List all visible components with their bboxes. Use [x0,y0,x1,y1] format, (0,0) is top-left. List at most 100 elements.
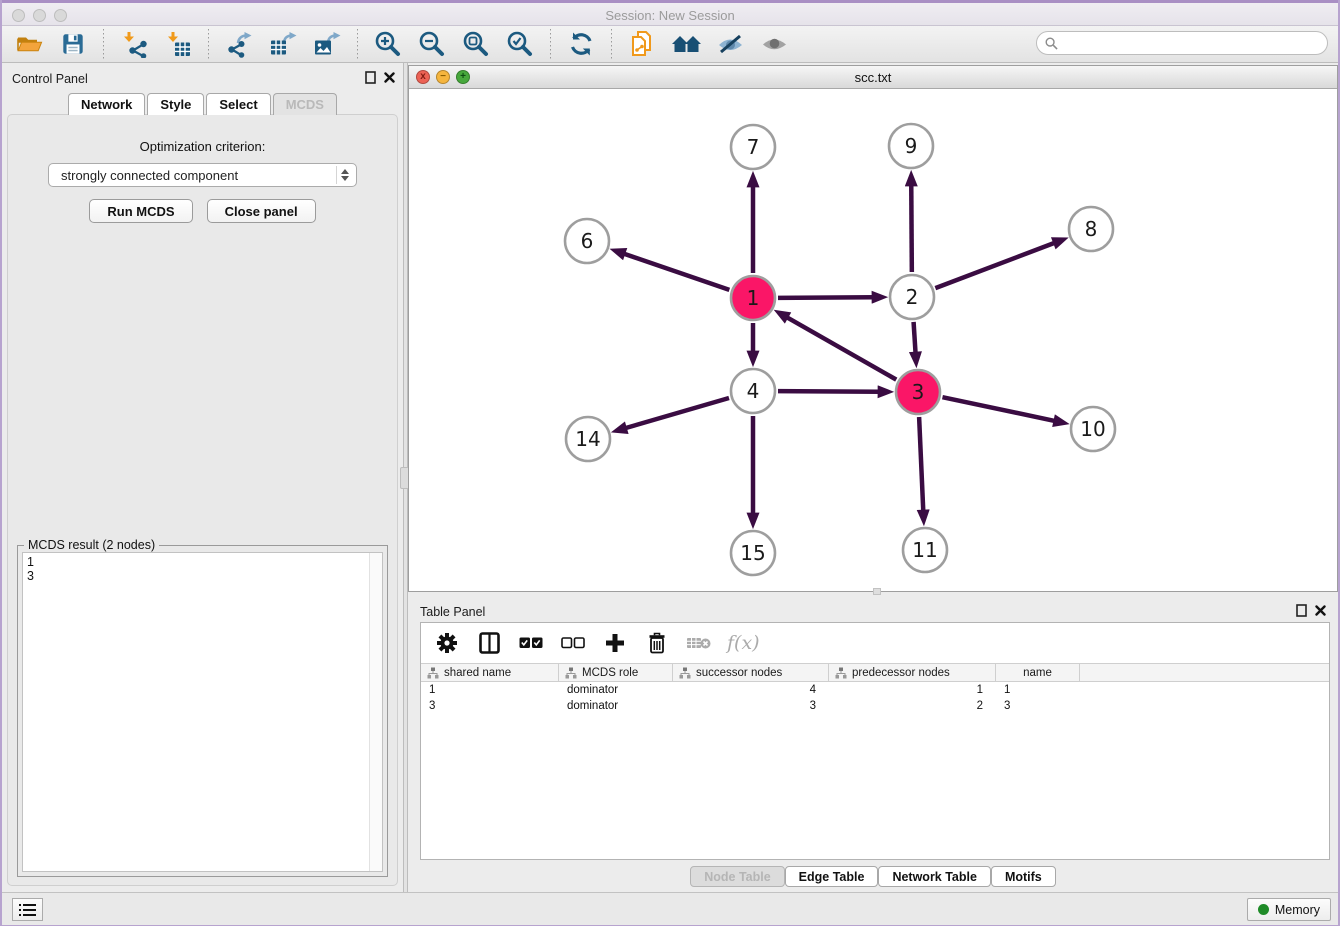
node-8[interactable]: 8 [1069,207,1113,251]
import-network-button[interactable] [115,28,153,60]
import-table-button[interactable] [159,28,197,60]
tab-edge-table[interactable]: Edge Table [785,866,879,887]
edge-4-14[interactable] [624,398,729,428]
edge-2-8[interactable] [935,242,1055,288]
edge-4-3[interactable] [778,391,880,392]
select-all-rows-button[interactable] [517,629,545,657]
node-10[interactable]: 10 [1071,407,1115,451]
tab-select[interactable]: Select [206,93,270,115]
node-2[interactable]: 2 [890,275,934,319]
column-header-shared-name[interactable]: shared name [421,664,559,681]
cell-MCDS-role[interactable]: dominator [559,698,673,714]
export-table-button[interactable] [264,28,302,60]
network-graph[interactable]: 1 2 3 4 6 7 8 9 10 11 14 15 [409,89,1340,593]
node-11[interactable]: 11 [903,528,947,572]
edge-3-11[interactable] [919,417,923,512]
attribute-tree-icon [427,667,439,679]
column-header-predecessor-nodes[interactable]: predecessor nodes [829,664,996,681]
mcds-result-title: MCDS result (2 nodes) [24,538,159,552]
search-icon [1045,37,1058,50]
export-network-button[interactable] [220,28,258,60]
delete-table-button[interactable] [685,629,713,657]
network-splitter-grip[interactable] [873,588,881,595]
cell-predecessor-nodes[interactable]: 2 [829,698,996,714]
mcds-result-text[interactable]: 1 3 [22,552,383,872]
zoom-in-button[interactable] [369,28,407,60]
node-7[interactable]: 7 [731,125,775,169]
close-panel-icon[interactable] [384,72,395,83]
edge-3-10[interactable] [942,397,1055,421]
edge-1-2[interactable] [778,297,874,298]
search-field[interactable] [1036,31,1328,55]
eye-icon [760,32,789,56]
zoom-selected-icon [506,30,534,58]
hide-selected-button[interactable] [711,28,749,60]
float-table-panel-icon[interactable] [1296,604,1307,617]
tab-network[interactable]: Network [68,93,145,115]
float-panel-icon[interactable] [365,71,376,84]
cell-name[interactable]: 1 [996,682,1080,698]
node-3[interactable]: 3 [896,370,940,414]
cell-successor-nodes[interactable]: 4 [673,682,829,698]
node-14[interactable]: 14 [566,417,610,461]
eye-slash-icon [716,32,745,56]
tab-motifs[interactable]: Motifs [991,866,1056,887]
optimization-criterion-select[interactable]: strongly connected component [48,163,357,187]
edge-2-3[interactable] [914,322,916,354]
edge-2-9[interactable] [911,184,912,272]
tab-node-table[interactable]: Node Table [690,866,784,887]
node-4[interactable]: 4 [731,369,775,413]
node-9[interactable]: 9 [889,124,933,168]
cell-name[interactable]: 3 [996,698,1080,714]
deselect-all-rows-button[interactable] [559,629,587,657]
apply-function-button[interactable]: f(x) [727,632,760,654]
split-columns-icon [479,632,500,654]
zoom-fit-button[interactable] [457,28,495,60]
zoom-selected-button[interactable] [501,28,539,60]
close-panel-button[interactable]: Close panel [207,199,316,223]
cell-shared-name[interactable]: 1 [421,682,559,698]
memory-button[interactable]: Memory [1247,898,1331,921]
node-15[interactable]: 15 [731,531,775,575]
refresh-view-button[interactable] [562,28,600,60]
tab-mcds[interactable]: MCDS [273,93,337,115]
toolbar-separator [550,29,551,59]
svg-text:11: 11 [912,538,937,562]
task-history-button[interactable] [12,898,43,921]
cell-predecessor-nodes[interactable]: 1 [829,682,996,698]
column-header-name[interactable]: name [996,664,1080,681]
run-mcds-button[interactable]: Run MCDS [89,199,192,223]
cell-MCDS-role[interactable]: dominator [559,682,673,698]
home-layout-button[interactable] [667,28,705,60]
save-session-button[interactable] [54,28,92,60]
svg-text:10: 10 [1080,417,1105,441]
node-6[interactable]: 6 [565,219,609,263]
split-columns-button[interactable] [475,629,503,657]
cell-shared-name[interactable]: 3 [421,698,559,714]
zoom-out-button[interactable] [413,28,451,60]
tab-style[interactable]: Style [147,93,204,115]
zoom-in-icon [374,30,402,58]
tab-network-table[interactable]: Network Table [878,866,991,887]
edge-3-1[interactable] [786,317,896,380]
node-1[interactable]: 1 [731,276,775,320]
edge-1-6[interactable] [623,253,729,290]
close-table-panel-icon[interactable] [1315,605,1326,616]
open-session-button[interactable] [10,28,48,60]
export-image-button[interactable] [308,28,346,60]
table-row[interactable]: 1dominator411 [421,682,1329,698]
network-canvas[interactable]: 1 2 3 4 6 7 8 9 10 11 14 15 [409,89,1337,591]
show-all-button[interactable] [755,28,793,60]
add-column-button[interactable] [601,629,629,657]
search-input[interactable] [1063,36,1319,50]
table-row[interactable]: 3dominator323 [421,698,1329,714]
table-settings-button[interactable] [433,629,461,657]
delete-column-button[interactable] [643,629,671,657]
column-header-MCDS-role[interactable]: MCDS role [559,664,673,681]
column-header-successor-nodes[interactable]: successor nodes [673,664,829,681]
cell-successor-nodes[interactable]: 3 [673,698,829,714]
refresh-icon [568,31,595,57]
duplicate-network-button[interactable] [623,28,661,60]
svg-text:7: 7 [747,135,760,159]
result-scrollbar[interactable] [369,553,382,871]
